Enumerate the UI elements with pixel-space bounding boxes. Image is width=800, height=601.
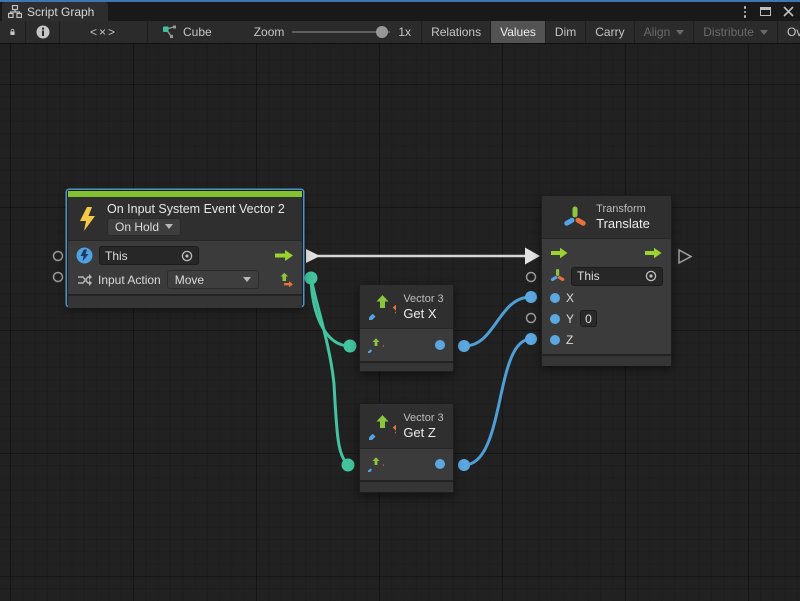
flow-output-arrow-icon[interactable] — [644, 247, 663, 259]
wire-getx-to-x[interactable] — [464, 297, 531, 346]
info-icon — [36, 25, 50, 39]
y-port-dot[interactable] — [550, 314, 560, 324]
getz-input-port[interactable] — [342, 459, 355, 472]
translate-flow-output-port[interactable] — [679, 250, 691, 263]
overview-button[interactable]: Overview — [778, 21, 800, 43]
getx-input-port[interactable] — [344, 340, 357, 353]
event-this-field[interactable]: This — [99, 246, 199, 265]
translate-y-port[interactable] — [527, 314, 536, 323]
carry-button[interactable]: Carry — [586, 21, 634, 43]
wire-event-to-getx[interactable] — [311, 278, 350, 346]
event-mode-dropdown[interactable]: On Hold — [107, 218, 181, 236]
align-button[interactable]: Align — [635, 21, 695, 43]
flow-output-arrow-icon[interactable] — [274, 249, 294, 262]
dim-button[interactable]: Dim — [546, 21, 586, 43]
z-port-dot[interactable] — [550, 335, 560, 345]
zoom-value: 1x — [398, 25, 411, 39]
wire-getz-to-z[interactable] — [464, 339, 531, 465]
node-title: Translate — [596, 216, 650, 232]
event-vector2-output-port[interactable] — [305, 272, 318, 285]
vector3-input-icon[interactable] — [368, 337, 384, 353]
input-action-label: Input Action — [98, 273, 161, 287]
y-port-label: Y — [566, 312, 574, 326]
flow-input-arrow-icon[interactable] — [550, 247, 569, 259]
vector2-output-icon[interactable] — [278, 272, 294, 288]
input-action-icon — [76, 273, 92, 287]
window-menu-icon[interactable] — [742, 5, 749, 19]
node-vector3-get-x[interactable]: Vector 3 Get X — [359, 284, 454, 372]
node-category: Vector 3 — [403, 292, 443, 306]
vector3-icon — [369, 293, 396, 320]
info-button[interactable] — [26, 21, 60, 43]
node-on-input-system-event[interactable]: On Input System Event Vector 2 On Hold T… — [67, 190, 303, 306]
event-node-footer — [68, 294, 302, 308]
x-port-dot[interactable] — [550, 293, 560, 303]
node-category: Transform — [596, 202, 650, 216]
zoom-control: Zoom 1x — [226, 21, 422, 43]
graph-toolbar: <×> Cube Zoom 1x Relations Values Dim Ca… — [0, 21, 800, 44]
zoom-slider[interactable] — [292, 25, 390, 39]
breadcrumb-label: Cube — [183, 25, 212, 39]
z-port-label: Z — [566, 333, 573, 347]
getz-output-port[interactable] — [458, 459, 470, 471]
tab-script-graph[interactable]: Script Graph — [2, 2, 108, 21]
node-transform-translate[interactable]: Transform Translate This — [541, 195, 672, 366]
chevron-down-icon — [243, 277, 251, 282]
node-title: Get X — [403, 306, 443, 322]
event-this-port[interactable] — [54, 252, 63, 261]
relations-button[interactable]: Relations — [422, 21, 491, 43]
flow-wire-start-arrow — [306, 249, 320, 263]
chevron-down-icon — [676, 30, 684, 35]
lightning-icon — [78, 205, 98, 233]
code-view-button[interactable]: <×> — [60, 21, 148, 43]
graph-breadcrumb[interactable]: Cube — [148, 21, 226, 43]
lock-icon — [9, 25, 16, 39]
maximize-icon[interactable] — [760, 7, 771, 16]
flow-wire-end-arrow — [525, 248, 540, 265]
chevron-down-icon — [760, 30, 768, 35]
y-value-field[interactable]: 0 — [580, 310, 597, 327]
translate-x-port[interactable] — [525, 291, 537, 303]
node-category: Vector 3 — [403, 411, 443, 425]
translate-z-port[interactable] — [525, 333, 537, 345]
transform-icon-small — [550, 268, 565, 284]
object-picker-icon[interactable] — [645, 270, 657, 282]
chevron-down-icon — [165, 224, 173, 229]
code-view-label: <×> — [90, 25, 117, 39]
distribute-button[interactable]: Distribute — [694, 21, 778, 43]
zoom-slider-handle[interactable] — [376, 26, 388, 38]
object-picker-icon[interactable] — [181, 250, 193, 262]
tab-label: Script Graph — [27, 5, 94, 19]
translate-this-port[interactable] — [527, 273, 536, 282]
event-inputaction-port[interactable] — [54, 273, 63, 282]
translate-node-footer — [542, 354, 671, 366]
node-vector3-get-z[interactable]: Vector 3 Get Z — [359, 403, 454, 493]
x-port-label: X — [566, 291, 574, 305]
graph-icon — [162, 25, 177, 39]
wire-event-to-getz[interactable] — [311, 278, 348, 465]
getx-output-port[interactable] — [458, 340, 470, 352]
graph-canvas[interactable]: On Input System Event Vector 2 On Hold T… — [0, 44, 800, 601]
event-target-icon — [76, 247, 93, 264]
getx-node-footer — [360, 361, 453, 371]
node-title: Get Z — [403, 425, 443, 441]
vector3-input-icon[interactable] — [368, 456, 384, 472]
script-graph-icon — [8, 5, 22, 18]
getz-result-dot[interactable] — [435, 459, 445, 469]
values-button[interactable]: Values — [491, 21, 546, 43]
vector3-icon — [369, 413, 396, 440]
getz-node-footer — [360, 480, 453, 492]
translate-this-field[interactable]: This — [571, 267, 663, 286]
getx-result-dot[interactable] — [435, 340, 445, 350]
lock-button[interactable] — [0, 21, 26, 43]
node-title: On Input System Event Vector 2 — [107, 202, 285, 216]
window-titlebar: Script Graph — [0, 0, 800, 21]
zoom-label: Zoom — [254, 25, 285, 39]
transform-icon — [563, 205, 587, 230]
input-action-dropdown[interactable]: Move — [167, 270, 259, 289]
close-icon[interactable] — [783, 6, 794, 17]
